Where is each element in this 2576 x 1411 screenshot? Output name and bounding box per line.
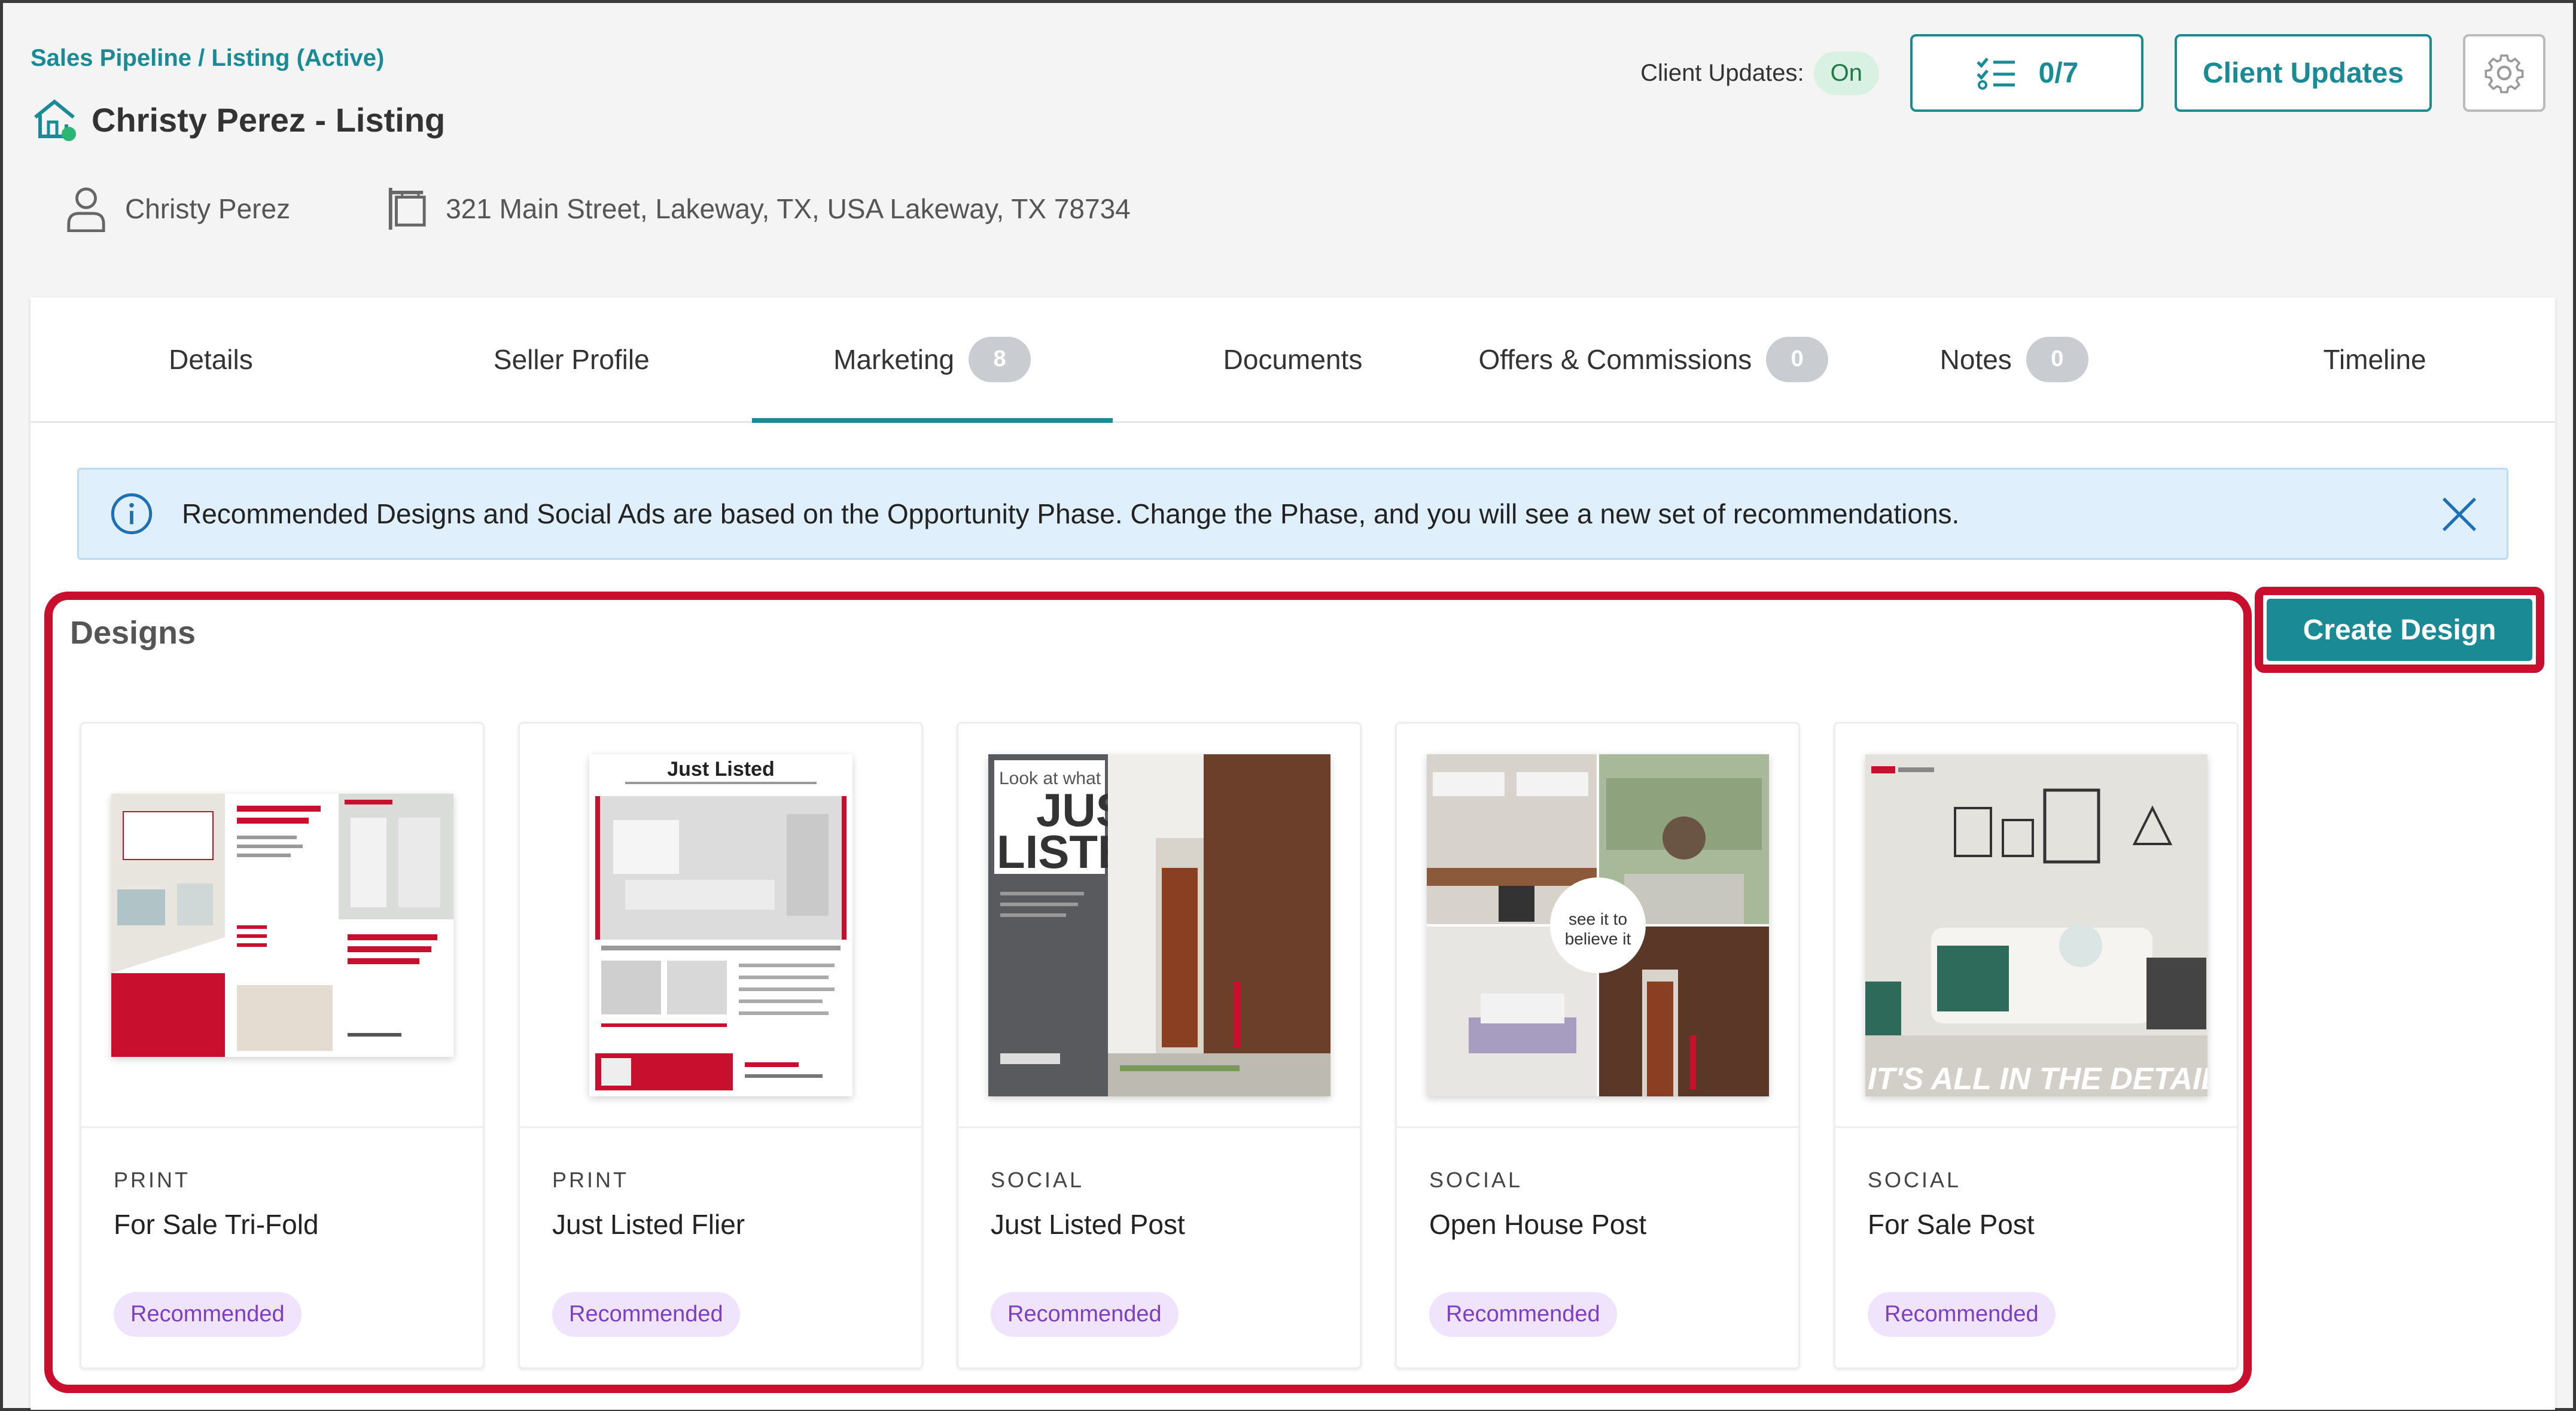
checklist-icon (1976, 57, 2015, 90)
contact-info[interactable]: Christy Perez (65, 185, 290, 232)
for-sale-post-thumbnail: IT'S ALL IN THE DETAILS (1865, 754, 2207, 1096)
tab-label: Notes (1939, 343, 2012, 375)
design-name: Just Listed Flier (552, 1209, 745, 1240)
design-thumbnail-area: Just Listed (520, 724, 921, 1128)
address-text: 321 Main Street, Lakeway, TX, USA Lakewa… (446, 193, 1131, 224)
tab-offers-commissions[interactable]: Offers & Commissions 0 (1473, 297, 1834, 421)
client-updates-label: Client Updates: (1640, 59, 1804, 86)
person-icon (67, 187, 105, 232)
create-design-button[interactable]: Create Design (2267, 599, 2532, 661)
client-updates-status: Client Updates: On (1640, 51, 1879, 95)
create-design-highlight: Create Design (2255, 587, 2544, 673)
design-name: Just Listed Post (991, 1209, 1185, 1240)
design-type: SOCIAL (1868, 1168, 1962, 1192)
recommended-badge: Recommended (991, 1292, 1179, 1337)
tab-label: Offers & Commissions (1478, 343, 1752, 375)
tab-seller-profile[interactable]: Seller Profile (391, 297, 752, 421)
design-name: Open House Post (1429, 1209, 1647, 1240)
designs-title: Designs (70, 615, 196, 651)
trifold-thumbnail (111, 793, 453, 1057)
flier-thumbnail: Just Listed (589, 754, 852, 1096)
design-thumbnail-area: Look at what JUST LISTED (958, 724, 1360, 1128)
checklist-button[interactable]: 0/7 (1910, 34, 2143, 112)
open-house-post-thumbnail: see it to believe it (1426, 754, 1769, 1096)
design-cards: PRINT For Sale Tri-Fold Recommended Just… (80, 722, 2239, 1369)
design-card[interactable]: see it to believe it SOCIAL Open House P… (1395, 722, 1800, 1369)
flier-heading: Just Listed (667, 758, 774, 781)
design-type: SOCIAL (991, 1168, 1085, 1192)
caption-text: IT'S ALL IN THE DETAILS (1868, 1062, 2207, 1096)
design-card[interactable]: PRINT For Sale Tri-Fold Recommended (80, 722, 485, 1369)
info-banner: Recommended Designs and Social Ads are b… (77, 468, 2508, 560)
page-title: Christy Perez - Listing (92, 100, 446, 139)
main-panel: Details Seller Profile Marketing 8 Docum… (31, 297, 2555, 1410)
title-row: Christy Perez - Listing (31, 96, 445, 144)
tab-count-badge: 0 (2026, 336, 2088, 382)
app-window: Sales Pipeline / Listing (Active) Christ… (0, 0, 2576, 1411)
tab-count-badge: 0 (1766, 336, 1829, 382)
recommended-badge: Recommended (114, 1292, 302, 1337)
tab-label: Details (169, 343, 253, 375)
contact-name: Christy Perez (125, 193, 291, 224)
tab-timeline[interactable]: Timeline (2194, 297, 2555, 421)
tab-documents[interactable]: Documents (1113, 297, 1473, 421)
header-actions: Client Updates: On 0/7 Client Updates (1640, 34, 2545, 112)
design-name: For Sale Post (1868, 1209, 2035, 1240)
tab-label: Seller Profile (493, 343, 650, 375)
design-thumbnail-area: IT'S ALL IN THE DETAILS (1835, 724, 2237, 1128)
tab-notes[interactable]: Notes 0 (1834, 297, 2194, 421)
settings-button[interactable] (2463, 34, 2545, 112)
address-info[interactable]: 321 Main Street, Lakeway, TX, USA Lakewa… (386, 185, 1131, 232)
recommended-badge: Recommended (552, 1292, 740, 1337)
banner-text: Recommended Designs and Social Ads are b… (182, 498, 1960, 529)
recommended-badge: Recommended (1429, 1292, 1617, 1337)
house-icon (34, 99, 76, 141)
tab-label: Documents (1223, 343, 1363, 375)
design-type: PRINT (552, 1168, 629, 1192)
gear-icon (2484, 54, 2524, 93)
meta-row: Christy Perez 321 Main Street, Lakeway, … (65, 185, 1131, 232)
just-listed-post-thumbnail: Look at what JUST LISTED (988, 754, 1330, 1096)
recommended-badge: Recommended (1868, 1292, 2056, 1337)
tab-label: Marketing (833, 343, 955, 375)
design-card[interactable]: Look at what JUST LISTED SOCIAL Just Lis… (957, 722, 1362, 1369)
tab-marketing[interactable]: Marketing 8 (751, 297, 1113, 423)
design-type: PRINT (114, 1168, 190, 1192)
design-type: SOCIAL (1429, 1168, 1523, 1192)
sign-post-icon (388, 188, 426, 230)
design-thumbnail-area (81, 724, 483, 1128)
close-icon[interactable] (2438, 493, 2480, 535)
design-card[interactable]: Just Listed PRINT Just Listed Flier Reco… (518, 722, 923, 1369)
design-card[interactable]: IT'S ALL IN THE DETAILS SOCIAL For Sale … (1834, 722, 2239, 1369)
breadcrumb[interactable]: Sales Pipeline / Listing (Active) (31, 45, 384, 72)
circle-text: believe it (1564, 930, 1631, 948)
info-icon (111, 493, 153, 535)
design-name: For Sale Tri-Fold (114, 1209, 319, 1240)
circle-text: see it to (1568, 910, 1627, 928)
design-thumbnail-area: see it to believe it (1397, 724, 1798, 1128)
checklist-count: 0/7 (2038, 57, 2079, 89)
tab-label: Timeline (2323, 343, 2426, 375)
client-updates-button[interactable]: Client Updates (2175, 34, 2432, 112)
tab-count-badge: 8 (969, 336, 1031, 382)
tab-details[interactable]: Details (31, 297, 391, 421)
client-updates-pill[interactable]: On (1813, 51, 1879, 95)
tab-bar: Details Seller Profile Marketing 8 Docum… (31, 297, 2555, 423)
